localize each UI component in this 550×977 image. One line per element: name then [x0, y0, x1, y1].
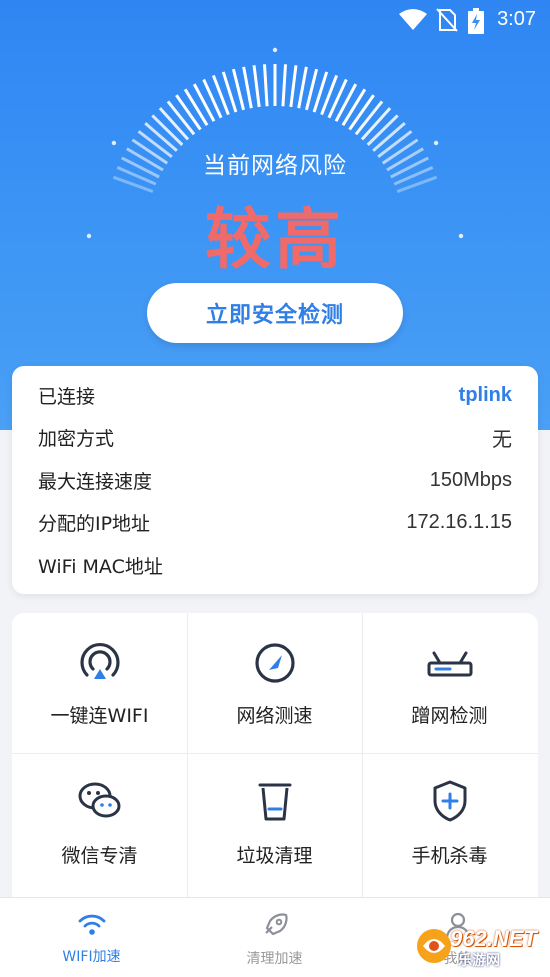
gauge-tick: [341, 88, 367, 126]
gauge-tick: [263, 64, 269, 107]
connected-ssid[interactable]: tplink: [459, 384, 512, 407]
info-label: WiFi MAC地址: [38, 555, 163, 578]
security-scan-button[interactable]: 立即安全检测: [147, 283, 403, 343]
tab-clean-boost[interactable]: 清理加速: [183, 898, 366, 977]
gauge-tick: [354, 100, 384, 136]
gauge-marker: [433, 140, 439, 146]
tool-label: 一键连WIFI: [50, 705, 149, 727]
tab-label: 清理加速: [246, 951, 303, 967]
battery-charging-icon: [468, 8, 484, 39]
rocket-icon: [261, 898, 289, 942]
tool-antivirus[interactable]: 手机杀毒: [362, 753, 537, 893]
tool-freeloader-detect[interactable]: 蹭网检测: [362, 613, 537, 753]
tool-label: 微信专清: [61, 845, 138, 867]
tool-label: 手机杀毒: [411, 845, 488, 867]
gauge-tick: [231, 68, 246, 111]
no-sim-icon: [436, 8, 458, 37]
gauge-tick: [175, 94, 202, 131]
info-row-connected: 已连接 tplink: [38, 380, 512, 410]
watermark-logo-icon: [417, 929, 451, 963]
wifi-connect-icon: [77, 613, 123, 687]
info-value: 无: [492, 428, 512, 451]
speedometer-icon: [252, 613, 298, 687]
tools-grid: 一键连WIFI 网络测速 蹭网检测 微信专清 垃圾清理 手机杀毒: [12, 613, 538, 903]
info-label: 已连接: [38, 385, 96, 408]
info-label: 分配的IP地址: [38, 512, 151, 535]
risk-label: 当前网络风险: [203, 153, 347, 179]
tool-speed-test[interactable]: 网络测速: [187, 613, 362, 753]
status-bar: 3:07: [0, 0, 550, 40]
info-label: 加密方式: [38, 427, 115, 450]
router-icon: [426, 613, 474, 687]
tool-label: 蹭网检测: [411, 705, 488, 727]
info-value: 172.16.1.15: [406, 510, 512, 533]
tool-label: 网络测速: [236, 705, 313, 727]
tab-wifi-boost[interactable]: WIFI加速: [0, 898, 183, 977]
tool-wifi-connect[interactable]: 一键连WIFI: [12, 613, 187, 753]
clock: 3:07: [497, 8, 536, 30]
gauge-tick: [166, 100, 196, 136]
tool-wechat-clean[interactable]: 微信专清: [12, 753, 187, 893]
site-watermark: 962.NET 乐游网: [414, 924, 542, 970]
gauge-tick: [297, 66, 308, 109]
info-row-ip: 分配的IP地址 172.16.1.15: [38, 507, 512, 537]
watermark-sub: 乐游网: [458, 953, 500, 969]
gauge-tick: [242, 66, 253, 109]
gauge-tick: [252, 65, 261, 108]
gauge-tick: [281, 64, 287, 107]
gauge-tick: [334, 83, 358, 122]
info-row-max-speed: 最大连接速度 150Mbps: [38, 465, 512, 495]
risk-level: 较高: [205, 201, 345, 278]
trash-icon: [252, 753, 298, 827]
gauge-marker: [272, 47, 278, 53]
info-value: 150Mbps: [429, 468, 512, 491]
gauge-marker: [111, 140, 117, 146]
info-row-mac: WiFi MAC地址: [38, 550, 512, 580]
watermark-brand: 962.NET: [450, 926, 537, 951]
gauge-tick: [289, 65, 298, 108]
gauge-tick: [183, 88, 209, 126]
gauge-tick: [348, 94, 375, 131]
gauge-tick: [192, 83, 216, 122]
info-label: 最大连接速度: [38, 470, 153, 493]
tool-label: 垃圾清理: [236, 845, 313, 867]
gauge-tick: [304, 68, 319, 111]
wifi-icon: [77, 898, 107, 940]
tool-junk-clean[interactable]: 垃圾清理: [187, 753, 362, 893]
wechat-icon: [77, 753, 123, 827]
wifi-icon: [398, 8, 428, 37]
shield-plus-icon: [427, 753, 473, 827]
info-row-encryption: 加密方式 无: [38, 422, 512, 452]
tab-label: WIFI加速: [62, 949, 121, 965]
network-info-card: 已连接 tplink 加密方式 无 最大连接速度 150Mbps 分配的IP地址…: [12, 366, 538, 594]
